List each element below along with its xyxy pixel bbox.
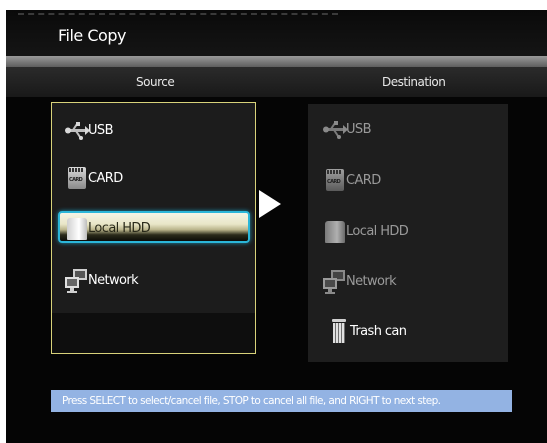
usb-icon — [64, 118, 90, 142]
destination-item-label: Network — [346, 273, 397, 289]
source-item-label: USB — [88, 122, 113, 138]
help-bar: Press SELECT to select/cancel file, STOP… — [51, 390, 512, 412]
network-icon — [64, 268, 90, 293]
source-panel[interactable]: USB CARD CARD Local HDD Network — [51, 102, 256, 354]
usb-icon — [322, 117, 348, 141]
destination-item-card[interactable]: CARD CARD — [322, 167, 381, 193]
next-step-arrow-icon — [259, 190, 281, 218]
destination-item-label: USB — [346, 121, 371, 137]
source-panel-empty-area — [52, 313, 255, 353]
destination-item-usb[interactable]: USB — [322, 116, 371, 142]
source-column-header: Source — [136, 75, 175, 89]
file-copy-window: File Copy Source Destination USB CARD CA… — [6, 10, 547, 443]
source-item-card[interactable]: CARD CARD — [64, 165, 123, 191]
column-header-row: Source Destination — [6, 67, 547, 97]
card-icon: CARD — [322, 168, 348, 192]
trash-icon — [326, 319, 352, 343]
destination-item-label: Local HDD — [346, 223, 409, 239]
source-item-network[interactable]: Network — [64, 267, 139, 293]
destination-item-trash-can[interactable]: Trash can — [326, 318, 407, 344]
source-item-usb[interactable]: USB — [64, 117, 113, 143]
page-title: File Copy — [58, 26, 126, 45]
title-separator — [6, 56, 547, 67]
title-bar: File Copy — [6, 10, 547, 58]
screen: File Copy Source Destination USB CARD CA… — [0, 0, 547, 443]
destination-item-network[interactable]: Network — [322, 268, 397, 294]
source-item-label: CARD — [88, 170, 123, 186]
source-item-local-hdd[interactable]: Local HDD — [64, 215, 151, 241]
destination-item-label: Trash can — [350, 323, 407, 339]
destination-item-local-hdd[interactable]: Local HDD — [322, 218, 409, 244]
hdd-icon — [322, 219, 348, 243]
top-dashes — [18, 13, 338, 15]
destination-item-label: CARD — [346, 172, 381, 188]
destination-column-header: Destination — [382, 75, 446, 89]
help-text: Press SELECT to select/cancel file, STOP… — [62, 395, 441, 407]
destination-panel[interactable]: USB CARD CARD Local HDD Network Trash ca… — [308, 104, 508, 362]
network-icon — [322, 269, 348, 294]
source-item-label: Local HDD — [88, 220, 151, 236]
card-icon: CARD — [64, 166, 90, 190]
source-item-label: Network — [88, 272, 139, 288]
hdd-icon — [64, 216, 90, 240]
